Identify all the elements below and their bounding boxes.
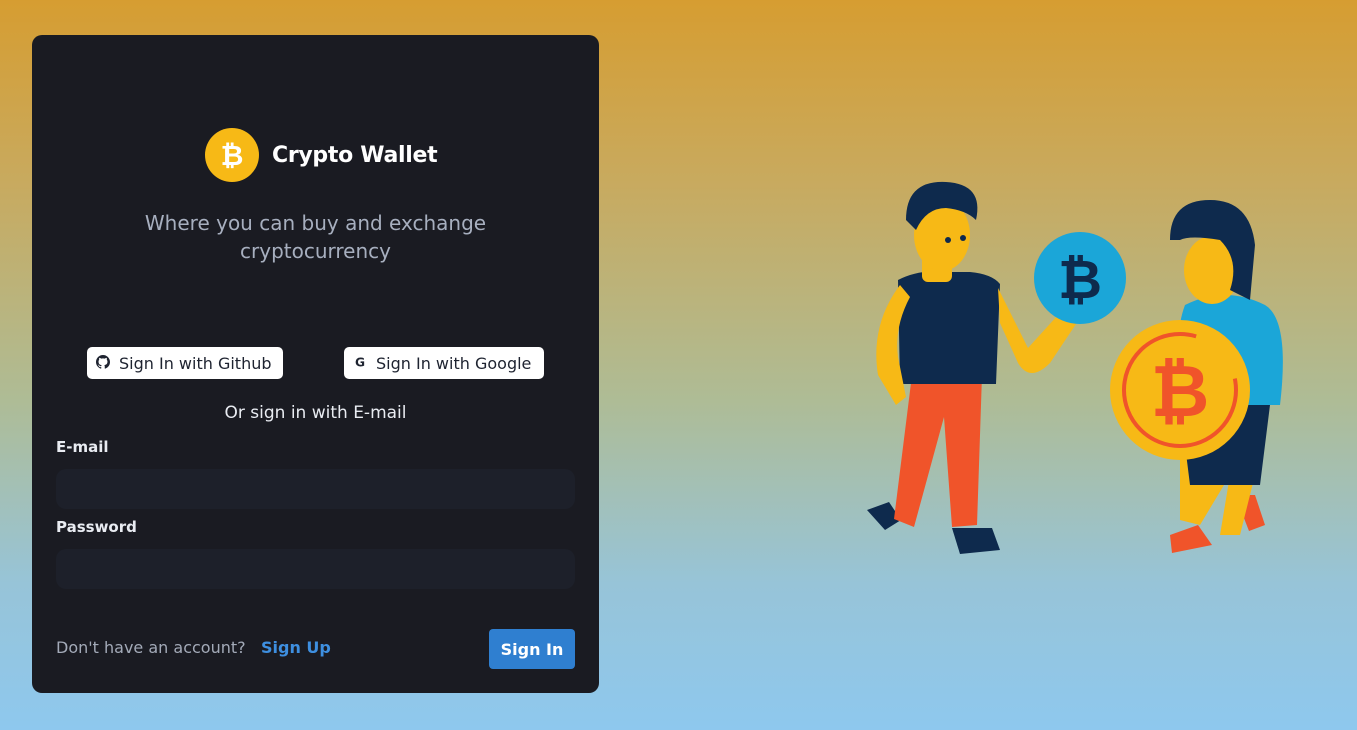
tagline-line-1: Where you can buy and exchange xyxy=(144,211,487,235)
email-field[interactable] xyxy=(56,469,575,509)
password-field[interactable] xyxy=(56,549,575,589)
man-figure xyxy=(867,181,1090,554)
svg-text:G: G xyxy=(355,355,365,369)
svg-text:₿: ₿ xyxy=(221,139,244,172)
signup-link[interactable]: Sign Up xyxy=(261,638,331,657)
blue-bitcoin-coin: ₿ xyxy=(1034,232,1126,324)
google-icon: G xyxy=(353,355,369,371)
tagline-line-2: cryptocurrency xyxy=(240,239,391,263)
bitcoin-logo-icon: ₿ xyxy=(205,128,259,182)
crypto-people-illustration: ₿ ₿ xyxy=(867,181,1283,554)
svg-text:₿: ₿ xyxy=(1151,349,1210,433)
email-label: E-mail xyxy=(56,438,109,456)
brand-name: Crypto Wallet xyxy=(272,142,438,168)
github-signin-label: Sign In with Github xyxy=(119,353,272,373)
signin-button[interactable]: Sign In xyxy=(489,629,575,669)
google-signin-label: Sign In with Google xyxy=(376,353,532,373)
github-signin-button[interactable]: Sign In with Github xyxy=(87,347,283,379)
tagline: Where you can buy and exchange cryptocur… xyxy=(32,209,599,265)
gold-bitcoin-coin: ₿ xyxy=(1110,320,1250,460)
svg-text:₿: ₿ xyxy=(1058,248,1102,311)
email-divider-text: Or sign in with E-mail xyxy=(224,403,407,423)
github-icon xyxy=(96,355,112,371)
no-account-prompt: Don't have an account? xyxy=(56,638,246,657)
password-label: Password xyxy=(56,518,137,536)
login-card: ₿ Crypto Wallet Where you can buy and ex… xyxy=(32,35,599,693)
google-signin-button[interactable]: G Sign In with Google xyxy=(344,347,544,379)
brand: ₿ Crypto Wallet xyxy=(205,128,438,182)
